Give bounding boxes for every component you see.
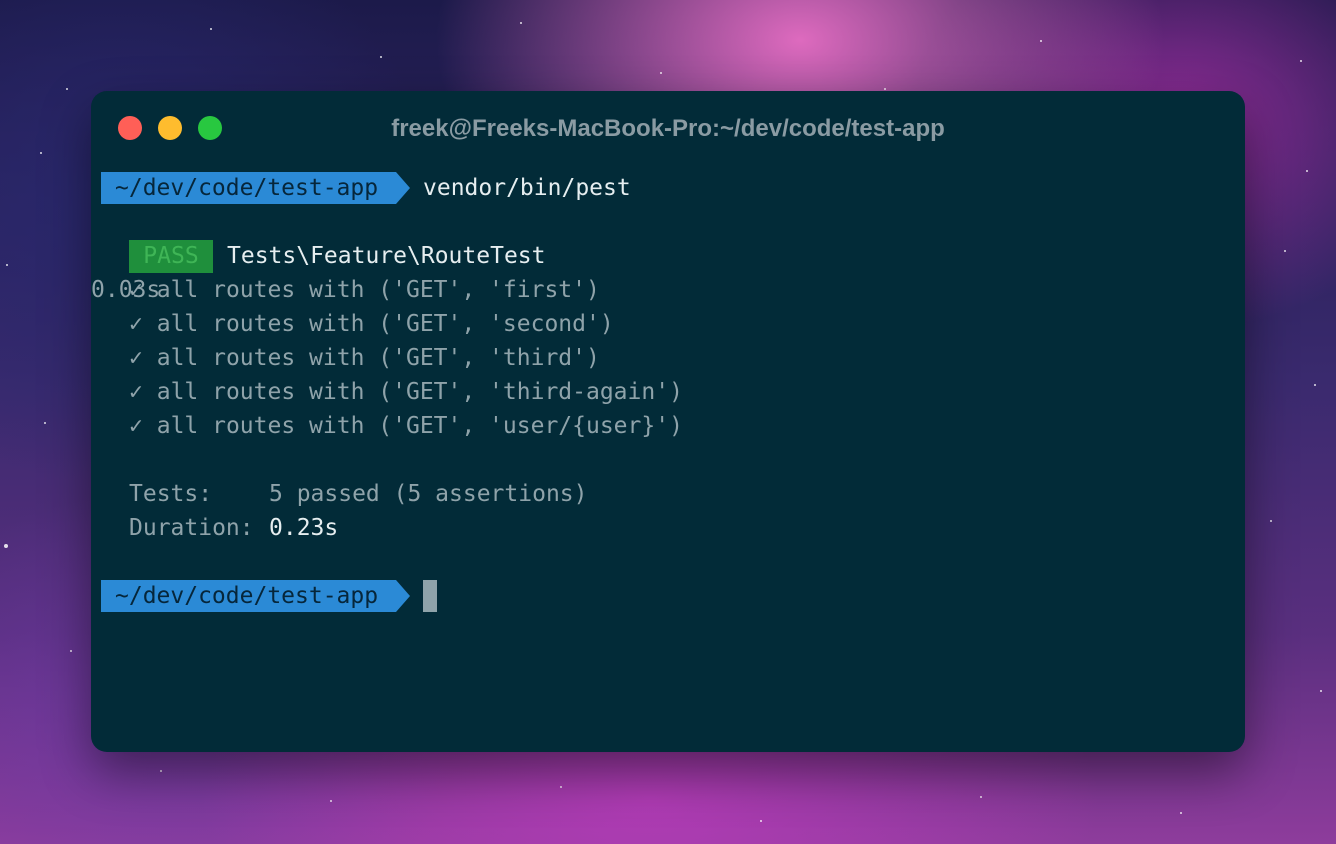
star <box>660 72 662 74</box>
test-line: ✓ all routes with ('GET', 'third') <box>129 341 600 375</box>
star <box>1180 812 1182 814</box>
summary-tests-value: 5 passed (5 assertions) <box>269 481 588 507</box>
summary-duration-label: Duration: <box>129 515 254 541</box>
star <box>980 796 982 798</box>
check-icon: ✓ <box>129 311 143 337</box>
star <box>520 22 522 24</box>
suite-name: Tests\Feature\RouteTest <box>227 243 546 269</box>
test-name: all routes with ('GET', 'second') <box>156 311 614 337</box>
star <box>44 422 46 424</box>
star <box>884 88 886 90</box>
check-icon: ✓ <box>129 379 143 405</box>
prompt-path: ~/dev/code/test-app <box>101 580 411 612</box>
star <box>66 88 68 90</box>
command-text: vendor/bin/pest <box>423 175 631 201</box>
test-line: ✓ all routes with ('GET', 'third-again') <box>129 375 683 409</box>
star <box>40 152 42 154</box>
check-icon: ✓ <box>129 413 143 439</box>
window-title: freek@Freeks-MacBook-Pro:~/dev/code/test… <box>391 115 945 142</box>
star <box>70 650 72 652</box>
summary-duration-value: 0.23s <box>269 515 339 541</box>
star <box>1270 520 1272 522</box>
test-duration: 0.03s <box>91 277 161 303</box>
star <box>6 264 8 266</box>
terminal-window[interactable]: freek@Freeks-MacBook-Pro:~/dev/code/test… <box>91 91 1245 752</box>
star <box>1284 250 1286 252</box>
star <box>160 770 162 772</box>
test-name: all routes with ('GET', 'user/{user}') <box>156 413 683 439</box>
star <box>1320 690 1322 692</box>
star <box>560 786 562 788</box>
star <box>760 820 762 822</box>
star <box>1314 384 1316 386</box>
title-bar[interactable]: freek@Freeks-MacBook-Pro:~/dev/code/test… <box>91 91 1245 165</box>
test-name: all routes with ('GET', 'third') <box>156 345 600 371</box>
star <box>1040 40 1042 42</box>
test-name: all routes with ('GET', 'third-again') <box>156 379 683 405</box>
test-line: ✓ all routes with ('GET', 'user/{user}') <box>129 409 683 443</box>
test-line: ✓ all routes with ('GET', 'second') <box>129 307 614 341</box>
prompt-path: ~/dev/code/test-app <box>101 172 411 204</box>
star <box>380 56 382 58</box>
star <box>330 800 332 802</box>
text-cursor[interactable] <box>423 580 437 612</box>
star <box>210 28 212 30</box>
status-badge: PASS <box>129 240 213 273</box>
check-icon: ✓ <box>129 345 143 371</box>
summary-tests-label: Tests: <box>129 481 213 507</box>
star <box>4 544 8 548</box>
star <box>1306 170 1308 172</box>
star <box>1300 60 1302 62</box>
